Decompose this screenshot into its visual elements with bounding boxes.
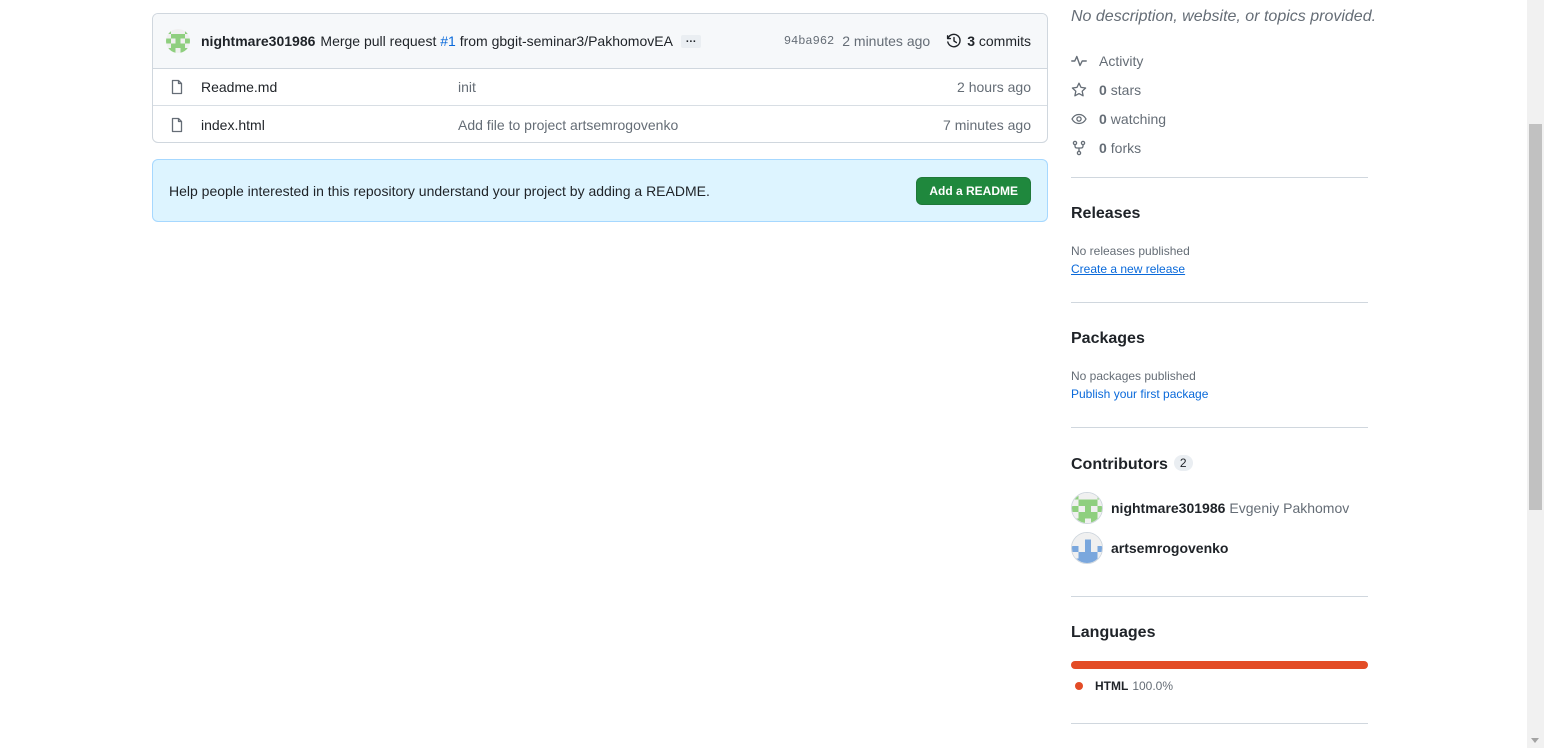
history-icon [947,33,961,48]
scroll-down-arrow-icon[interactable] [1531,738,1539,743]
file-icon [171,117,183,132]
file-row[interactable]: index.html Add file to project artsemrog… [153,106,1047,142]
commit-meta: 94ba962 2 minutes ago 3 commits [784,33,1031,49]
packages-heading[interactable]: Packages [1071,330,1145,348]
commits-history-link[interactable]: 3 commits [946,33,1031,49]
file-browser: nightmare301986 Merge pull request #1 fr… [152,13,1048,143]
commit-pr-link[interactable]: #1 [440,33,456,49]
about-description: No description, website, or topics provi… [1071,8,1377,25]
scrollbar-thumb[interactable] [1529,124,1542,510]
commits-count: 3 [967,33,975,49]
pulse-icon [1071,55,1087,66]
commit-author-avatar[interactable] [166,29,190,53]
latest-commit-bar: nightmare301986 Merge pull request #1 fr… [153,14,1047,69]
avatar[interactable] [1071,532,1103,564]
contributor-item[interactable]: artsemrogovenko [1071,532,1228,564]
file-commit-message[interactable]: init [458,79,957,95]
forks-count: 0 [1099,139,1107,156]
file-commit-message[interactable]: Add file to project artsemrogovenko [458,117,943,133]
commit-author-link[interactable]: nightmare301986 [201,33,315,49]
file-name-link[interactable]: index.html [201,117,458,133]
readme-banner-message: Help people interested in this repositor… [169,182,710,199]
watching-link[interactable]: 0 watching [1071,104,1166,133]
sidebar-divider [1071,177,1368,178]
about-stats: Activity 0 stars 0 watching 0 forks [1071,46,1166,162]
activity-label: Activity [1099,52,1144,69]
stars-label: stars [1110,81,1142,98]
commit-message-suffix[interactable]: from gbgit-seminar3/PakhomovEA [460,33,673,49]
contributor-item[interactable]: nightmare301986 Evgeniy Pakhomov [1071,492,1349,524]
stars-link[interactable]: 0 stars [1071,75,1166,104]
forks-link[interactable]: 0 forks [1071,133,1166,162]
sidebar-divider [1071,723,1368,724]
contributors-title-link[interactable]: Contributors [1071,456,1168,473]
create-release-link[interactable]: Create a new release [1071,262,1185,276]
releases-heading[interactable]: Releases [1071,205,1140,223]
file-icon [171,79,183,95]
commits-label: commits [978,33,1031,49]
stars-count: 0 [1099,81,1107,98]
language-bar [1071,661,1368,669]
file-time: 7 minutes ago [943,116,1031,133]
contributors-heading: Contributors 2 [1071,455,1193,474]
contributors-count-badge: 2 [1173,455,1193,471]
commit-time: 2 minutes ago [842,33,931,49]
star-icon [1071,82,1087,96]
contributor-name: Evgeniy Pakhomov [1229,500,1350,516]
publish-package-link[interactable]: Publish your first package [1071,387,1208,401]
language-color-dot [1075,682,1083,690]
fork-icon [1072,140,1086,155]
language-item[interactable]: HTML 100.0% [1075,679,1173,693]
avatar[interactable] [1071,492,1103,524]
releases-empty-text: No releases published [1071,244,1190,258]
packages-empty-text: No packages published [1071,369,1196,383]
sidebar-divider [1071,427,1368,428]
contributor-login[interactable]: nightmare301986 [1111,500,1225,516]
languages-heading: Languages [1071,624,1156,641]
file-name-link[interactable]: Readme.md [201,79,458,95]
commit-sha-link[interactable]: 94ba962 [784,34,834,48]
vertical-scrollbar[interactable] [1527,0,1544,748]
sidebar-divider [1071,596,1368,597]
eye-icon [1071,113,1087,124]
commit-message[interactable]: Merge pull request #1 from gbgit-seminar… [320,33,673,49]
commit-expand-button[interactable]: … [680,33,701,48]
language-percent: 100.0% [1132,679,1174,693]
watching-label: watching [1110,110,1167,127]
activity-link[interactable]: Activity [1071,46,1166,75]
forks-label: forks [1110,139,1142,156]
commit-message-prefix[interactable]: Merge pull request [320,33,436,49]
file-time: 2 hours ago [957,79,1031,95]
contributor-login[interactable]: artsemrogovenko [1111,540,1228,556]
watching-count: 0 [1099,110,1107,127]
file-row[interactable]: Readme.md init 2 hours ago [153,69,1047,106]
readme-banner: Help people interested in this repositor… [152,159,1048,222]
language-name: HTML [1095,679,1129,693]
sidebar-divider [1071,302,1368,303]
add-readme-button[interactable]: Add a README [916,176,1031,205]
